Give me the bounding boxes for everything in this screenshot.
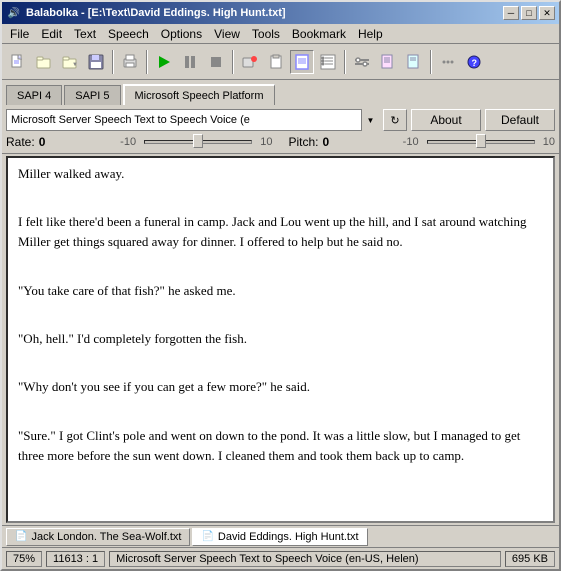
about-button[interactable]: About <box>411 109 481 131</box>
paragraph-4: "Why don't you see if you can get a few … <box>18 377 543 397</box>
text-content[interactable]: Miller walked away. I felt like there'd … <box>8 158 553 521</box>
doc-tab-0-icon: 📄 <box>15 531 27 542</box>
pitch-min: -10 <box>403 136 419 148</box>
dict2-button[interactable] <box>402 50 426 74</box>
options-button[interactable] <box>350 50 374 74</box>
doc-tab-1-icon: 📄 <box>201 531 213 542</box>
rate-label: Rate: <box>6 135 35 149</box>
voice-dropdown[interactable]: Microsoft Server Speech Text to Speech V… <box>6 109 379 131</box>
stop-button[interactable] <box>204 50 228 74</box>
voice-selection-row: Microsoft Server Speech Text to Speech V… <box>6 109 555 131</box>
rate-slider[interactable] <box>144 140 252 144</box>
tab-microsoft-speech[interactable]: Microsoft Speech Platform <box>123 84 275 105</box>
paragraph-1: I felt like there'd been a funeral in ca… <box>18 212 543 252</box>
voice-dropdown-wrapper: Microsoft Server Speech Text to Speech V… <box>6 109 379 131</box>
pitch-thumb[interactable] <box>476 134 486 148</box>
play-button[interactable] <box>152 50 176 74</box>
maximize-button[interactable]: □ <box>521 6 537 20</box>
sep2 <box>146 50 148 74</box>
paragraph-5: "Sure." I got Clint's pole and went on d… <box>18 426 543 466</box>
sep3 <box>232 50 234 74</box>
new-button[interactable] <box>6 50 30 74</box>
pitch-value: 0 <box>323 135 343 149</box>
more-button[interactable] <box>436 50 460 74</box>
speech-tabs: SAPI 4 SAPI 5 Microsoft Speech Platform <box>2 80 559 105</box>
toolbar: ▼ <box>2 44 559 80</box>
menu-options[interactable]: Options <box>155 25 208 43</box>
status-size: 695 KB <box>505 551 555 567</box>
doc-tab-0-label: Jack London. The Sea-Wolf.txt <box>31 531 181 543</box>
open-button[interactable] <box>32 50 56 74</box>
rate-value: 0 <box>39 135 59 149</box>
text-area-container: Miller walked away. I felt like there'd … <box>6 156 555 523</box>
open-recent-button[interactable]: ▼ <box>58 50 82 74</box>
window-title: Balabolka - [E:\Text\David Eddings. High… <box>26 7 503 19</box>
paragraph-2: "You take care of that fish?" he asked m… <box>18 281 543 301</box>
tab-sapi4[interactable]: SAPI 4 <box>6 85 62 105</box>
close-button[interactable]: ✕ <box>539 6 555 20</box>
menu-bookmark[interactable]: Bookmark <box>286 25 352 43</box>
status-bar: 75% 11613 : 1 Microsoft Server Speech Te… <box>2 547 559 569</box>
paragraph-3: "Oh, hell." I'd completely forgotten the… <box>18 329 543 349</box>
doc-tab-1-label: David Eddings. High Hunt.txt <box>218 531 359 543</box>
menu-tools[interactable]: Tools <box>246 25 286 43</box>
print-button[interactable] <box>118 50 142 74</box>
pitch-max: 10 <box>543 136 555 148</box>
document-button[interactable] <box>290 50 314 74</box>
main-window: 🔊 Balabolka - [E:\Text\David Eddings. Hi… <box>0 0 561 571</box>
paragraph-0: Miller walked away. <box>18 164 543 184</box>
svg-text:▼: ▼ <box>72 62 78 68</box>
status-position: 11613 : 1 <box>46 551 105 567</box>
word-list-button[interactable] <box>316 50 340 74</box>
menu-edit[interactable]: Edit <box>35 25 68 43</box>
menu-view[interactable]: View <box>208 25 246 43</box>
voice-panel: Microsoft Server Speech Text to Speech V… <box>2 105 559 154</box>
rate-thumb[interactable] <box>193 134 203 148</box>
save-button[interactable] <box>84 50 108 74</box>
menu-help[interactable]: Help <box>352 25 389 43</box>
sep4 <box>344 50 346 74</box>
menu-file[interactable]: File <box>4 25 35 43</box>
menu-bar: File Edit Text Speech Options View Tools… <box>2 24 559 44</box>
doc-tabs: 📄 Jack London. The Sea-Wolf.txt 📄 David … <box>2 525 559 547</box>
default-button[interactable]: Default <box>485 109 555 131</box>
rate-min: -10 <box>120 136 136 148</box>
pause-button[interactable] <box>178 50 202 74</box>
pitch-label: Pitch: <box>289 135 319 149</box>
dict-button[interactable] <box>376 50 400 74</box>
status-zoom: 75% <box>6 551 42 567</box>
app-icon: 🔊 <box>6 5 22 21</box>
rate-slider-group: Rate: 0 <box>6 135 112 149</box>
sep5 <box>430 50 432 74</box>
menu-speech[interactable]: Speech <box>102 25 155 43</box>
tab-sapi5[interactable]: SAPI 5 <box>64 85 120 105</box>
refresh-button[interactable]: ↻ <box>383 109 407 131</box>
help-button[interactable]: ? <box>462 50 486 74</box>
menu-text[interactable]: Text <box>68 25 102 43</box>
speak-clipboard-button[interactable] <box>264 50 288 74</box>
title-bar: 🔊 Balabolka - [E:\Text\David Eddings. Hi… <box>2 2 559 24</box>
svg-text:?: ? <box>472 58 478 68</box>
sep1 <box>112 50 114 74</box>
window-controls: ─ □ ✕ <box>503 6 555 20</box>
rate-max: 10 <box>260 136 272 148</box>
pitch-slider[interactable] <box>427 140 535 144</box>
sliders-row: Rate: 0 -10 10 Pitch: 0 -10 10 <box>6 135 555 149</box>
status-voice: Microsoft Server Speech Text to Speech V… <box>109 551 501 567</box>
doc-tab-0[interactable]: 📄 Jack London. The Sea-Wolf.txt <box>6 528 190 546</box>
doc-tab-1[interactable]: 📄 David Eddings. High Hunt.txt <box>192 528 367 546</box>
minimize-button[interactable]: ─ <box>503 6 519 20</box>
record-button[interactable] <box>238 50 262 74</box>
pitch-slider-group: Pitch: 0 <box>289 135 395 149</box>
